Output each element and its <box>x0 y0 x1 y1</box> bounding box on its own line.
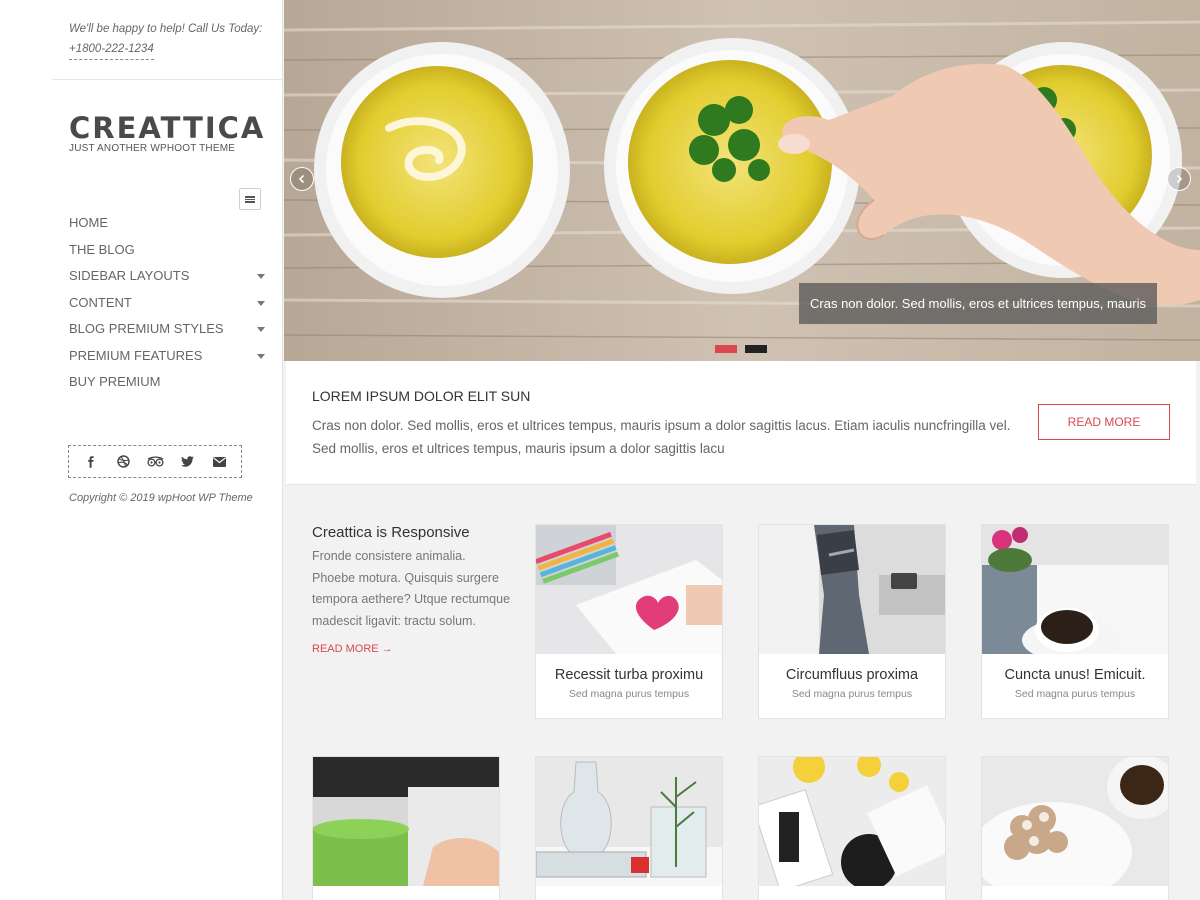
card-subtitle: Sed magna purus tempus <box>1014 688 1136 700</box>
nav-item-label: PREMIUM FEATURES <box>69 347 203 363</box>
dribbble-icon[interactable] <box>112 451 134 473</box>
nav-item-premium-features[interactable]: PREMIUM FEATURES <box>69 343 269 370</box>
slider-prev-button[interactable] <box>290 167 314 191</box>
card-image-coffee-cup <box>982 525 1168 654</box>
chevron-right-icon <box>1176 174 1183 184</box>
card-title[interactable]: Circumfluus proxima <box>759 667 945 683</box>
slider-pagination <box>715 345 767 353</box>
post-card[interactable] <box>981 756 1169 900</box>
nav-item-label: BLOG PREMIUM STYLES <box>69 321 224 336</box>
post-card[interactable]: Recessit turba proximu Sed magna purus t… <box>535 524 723 719</box>
caret-down-icon <box>257 353 265 359</box>
slider-dot-1[interactable] <box>715 345 737 353</box>
nav-item-home[interactable]: HOME <box>69 210 269 237</box>
card-image-sneakers <box>759 525 945 654</box>
post-card[interactable] <box>535 756 723 900</box>
card-subtitle: Sed magna purus tempus <box>568 688 690 700</box>
nav-item-blog-premium-styles[interactable]: BLOG PREMIUM STYLES <box>69 316 269 343</box>
nav-item-buy-premium[interactable]: BUY PREMIUM <box>69 369 269 396</box>
card-title[interactable]: Recessit turba proximu <box>536 667 722 683</box>
post-card[interactable] <box>758 756 946 900</box>
post-card[interactable]: Circumfluus proxima Sed magna purus temp… <box>758 524 946 719</box>
caret-down-icon <box>257 300 265 306</box>
main-nav: HOME THE BLOG SIDEBAR LAYOUTS CONTENT BL… <box>69 210 269 396</box>
nav-item-label: THE BLOG <box>69 241 135 257</box>
card-image-meringue-dessert <box>982 757 1168 886</box>
nav-item-label: HOME <box>69 215 108 230</box>
chevron-left-icon <box>298 174 305 184</box>
intro-title: LOREM IPSUM DOLOR ELIT SUN <box>312 388 531 404</box>
nav-item-content[interactable]: CONTENT <box>69 290 269 317</box>
feature-text: Fronde consistere animalia. Phoebe motur… <box>312 549 511 628</box>
copyright-text: Copyright © 2019 wpHoot WP Theme <box>69 492 253 504</box>
tripadvisor-icon[interactable] <box>144 451 166 473</box>
caret-down-icon <box>257 274 265 279</box>
card-image-flowers-book <box>759 757 945 886</box>
feature-block: Creattica is Responsive Fronde consister… <box>312 522 512 655</box>
menu-toggle-button[interactable] <box>239 188 261 210</box>
feature-read-more-link[interactable]: READ MORE → <box>312 643 512 655</box>
feature-title: Creattica is Responsive <box>312 524 470 541</box>
card-image-laptop-coffee <box>313 757 499 886</box>
nav-item-label: BUY PREMIUM <box>69 374 161 389</box>
card-title[interactable]: Cuncta unus! Emicuit. <box>982 667 1168 683</box>
site-title[interactable]: CREATTICA <box>69 110 265 146</box>
twitter-icon[interactable] <box>176 451 198 473</box>
slide-caption: Cras non dolor. Sed mollis, eros et ultr… <box>799 283 1157 324</box>
contact-text: We'll be happy to help! Call Us Today: <box>69 23 263 35</box>
social-icons <box>68 445 242 478</box>
card-image-glass-bottles <box>536 757 722 886</box>
read-more-button[interactable]: READ MORE <box>1038 404 1170 440</box>
intro-text: Cras non dolor. Sed mollis, eros et ultr… <box>312 418 1011 456</box>
caret-down-icon <box>257 327 265 332</box>
sidebar: We'll be happy to help! Call Us Today: +… <box>0 0 283 900</box>
hamburger-icon <box>245 195 255 203</box>
phone-link[interactable]: +1800-222-1234 <box>69 39 154 60</box>
card-image-heart-drawing <box>536 525 722 654</box>
slider-next-button[interactable] <box>1167 167 1191 191</box>
nav-item-the-blog[interactable]: THE BLOG <box>69 237 269 264</box>
hero-slider: Cras non dolor. Sed mollis, eros et ultr… <box>284 0 1200 361</box>
nav-item-label: SIDEBAR LAYOUTS <box>69 268 190 283</box>
site-branding: CREATTICA JUST ANOTHER WPHOOT THEME <box>69 110 265 154</box>
slider-dot-2[interactable] <box>745 345 767 353</box>
post-card[interactable]: Cuncta unus! Emicuit. Sed magna purus te… <box>981 524 1169 719</box>
nav-item-label: CONTENT <box>69 294 132 310</box>
contact-bar: We'll be happy to help! Call Us Today: +… <box>52 0 283 80</box>
email-icon[interactable] <box>208 451 230 473</box>
intro-callout: LOREM IPSUM DOLOR ELIT SUN Cras non dolo… <box>286 361 1196 485</box>
post-card[interactable] <box>312 756 500 900</box>
card-subtitle: Sed magna purus tempus <box>791 688 913 700</box>
facebook-icon[interactable] <box>80 451 102 473</box>
nav-item-sidebar-layouts[interactable]: SIDEBAR LAYOUTS <box>69 263 269 290</box>
